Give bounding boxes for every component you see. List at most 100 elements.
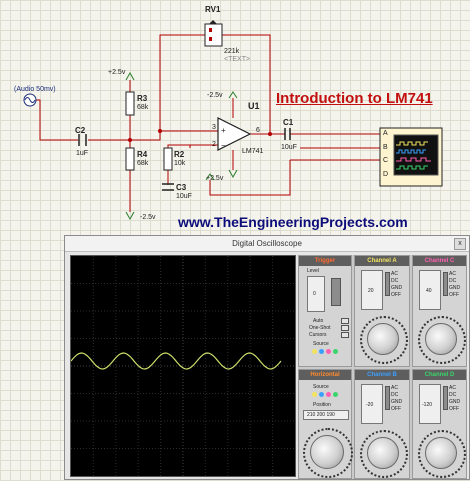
- trigger-oneshot-label: One-Shot: [309, 325, 331, 331]
- horizontal-readout: 210 200 190: [307, 412, 335, 418]
- c2-label: C2: [75, 126, 86, 135]
- oscilloscope-titlebar: Digital Oscilloscope x: [65, 236, 469, 252]
- horizontal-header: Horizontal: [299, 370, 351, 380]
- channel-b-position-slider[interactable]: -20: [361, 384, 383, 424]
- oneshot-toggle[interactable]: [341, 325, 349, 331]
- channel-b-position: -20: [366, 402, 374, 408]
- channel-c-dc: DC: [449, 278, 457, 284]
- u1-label: U1: [248, 101, 260, 111]
- channel-b-ac: AC: [391, 385, 398, 391]
- channel-b-off: OFF: [391, 406, 401, 412]
- schematic-wires: + −: [23, 20, 443, 221]
- scope-pin-a: A: [383, 130, 388, 137]
- c3-value: 10uF: [176, 193, 192, 200]
- u1-pin-in: 3: [212, 124, 216, 131]
- channel-c-section: Channel C 40 AC DC GND OFF: [412, 255, 467, 367]
- op-pos-supply-label: +2.5v: [206, 175, 224, 182]
- channel-b-gnd: GND: [391, 399, 403, 405]
- cursors-toggle[interactable]: [341, 332, 349, 338]
- auto-toggle[interactable]: [341, 318, 349, 324]
- channel-c-position-slider[interactable]: 40: [419, 270, 441, 310]
- website-url: www.TheEngineeringProjects.com: [178, 214, 408, 230]
- channel-a-position-slider[interactable]: 20: [361, 270, 383, 310]
- channel-c-off: OFF: [449, 292, 459, 298]
- channel-a-header: Channel A: [355, 256, 409, 266]
- channel-b-coupling-switch[interactable]: [385, 386, 390, 410]
- trigger-header: Trigger: [299, 256, 351, 266]
- channel-c-volts-knob[interactable]: [425, 323, 457, 355]
- channel-a-gnd: GND: [391, 285, 403, 291]
- channel-d-header: Channel D: [413, 370, 466, 380]
- signal-trace: [70, 352, 282, 370]
- channel-a-dc: DC: [391, 278, 399, 284]
- channel-a-position: 20: [368, 288, 374, 294]
- channel-c-gnd: GND: [449, 285, 461, 291]
- r2-value: 10k: [174, 160, 186, 167]
- rv1-value: 221k: [224, 48, 240, 55]
- rv1-note: <TEXT>: [224, 56, 251, 63]
- channel-d-section: Channel D -120 AC DC GND OFF: [412, 369, 467, 479]
- channel-d-coupling-switch[interactable]: [443, 386, 448, 410]
- r2-label: R2: [174, 150, 185, 159]
- channel-d-position: -120: [422, 402, 433, 408]
- svg-text:−: −: [221, 141, 226, 150]
- channel-b-dc: DC: [391, 392, 399, 398]
- channel-c-coupling-switch[interactable]: [443, 272, 448, 296]
- trigger-edge-switch[interactable]: [331, 278, 341, 306]
- channel-d-gnd: GND: [449, 399, 461, 405]
- op-neg-supply-arrow-icon: [228, 91, 238, 99]
- channel-a-volts-knob[interactable]: [367, 323, 399, 355]
- horizontal-source-label: Source: [313, 384, 329, 390]
- trigger-auto-label: Auto: [313, 318, 324, 324]
- audio-source-icon: [23, 93, 37, 107]
- channel-b-header: Channel B: [355, 370, 409, 380]
- r4-resistor: [125, 147, 135, 171]
- scope-graticule: [70, 256, 295, 476]
- channel-c-position: 40: [426, 288, 432, 294]
- c3-label: C3: [176, 183, 187, 192]
- trigger-level-label: Level: [307, 268, 319, 274]
- rv1-label: RV1: [205, 5, 221, 14]
- pos-supply-label: +2.5v: [108, 69, 126, 76]
- channel-a-off: OFF: [391, 292, 401, 298]
- trigger-cursors-label: Cursors: [309, 332, 327, 338]
- audio-source-label: (Audio 50mv): [14, 86, 56, 93]
- neg-supply-arrow-icon: [125, 211, 135, 221]
- oscilloscope-window: Digital Oscilloscope x Trigger Level 0 A…: [64, 235, 470, 480]
- channel-d-position-slider[interactable]: -120: [419, 384, 441, 424]
- channel-d-dc: DC: [449, 392, 457, 398]
- horizontal-position-slider[interactable]: 210 200 190: [303, 410, 349, 420]
- close-icon[interactable]: x: [454, 238, 466, 250]
- channel-b-volts-knob[interactable]: [367, 437, 399, 469]
- op-neg-supply-label: -2.5v: [207, 92, 223, 99]
- oscilloscope-instrument-icon: [379, 127, 443, 187]
- r3-label: R3: [137, 94, 148, 103]
- r3-resistor: [125, 91, 135, 116]
- channel-d-off: OFF: [449, 406, 459, 412]
- trigger-section: Trigger Level 0 Auto One-Shot Cursors So…: [298, 255, 352, 367]
- oscilloscope-title: Digital Oscilloscope: [232, 239, 302, 248]
- horizontal-source-dots: [312, 392, 342, 398]
- channel-a-section: Channel A 20 AC DC GND OFF: [354, 255, 410, 367]
- control-panel: Trigger Level 0 Auto One-Shot Cursors So…: [298, 255, 467, 479]
- c1-value: 10uF: [281, 144, 297, 151]
- rv1-potentiometer-icon: [204, 20, 223, 47]
- trigger-level-value: 0: [313, 291, 316, 297]
- svg-text:+: +: [221, 126, 226, 135]
- trigger-level-slider[interactable]: 0: [307, 276, 325, 312]
- scope-pin-b: B: [383, 144, 388, 151]
- horizontal-timebase-knob[interactable]: [310, 435, 344, 469]
- u1-pin-fb: 2: [212, 141, 216, 148]
- channel-d-volts-knob[interactable]: [425, 437, 457, 469]
- c1-label: C1: [283, 118, 294, 127]
- r4-value: 68k: [137, 160, 149, 167]
- u1-part: LM741: [242, 148, 264, 155]
- pos-supply-arrow-icon: [125, 71, 135, 81]
- lm741-opamp-icon: + −: [217, 117, 252, 151]
- c2-value: 1uF: [76, 150, 89, 157]
- channel-a-ac: AC: [391, 271, 398, 277]
- channel-a-coupling-switch[interactable]: [385, 272, 390, 296]
- channel-c-header: Channel C: [413, 256, 466, 266]
- page-title: Introduction to LM741: [276, 90, 433, 107]
- channel-c-ac: AC: [449, 271, 456, 277]
